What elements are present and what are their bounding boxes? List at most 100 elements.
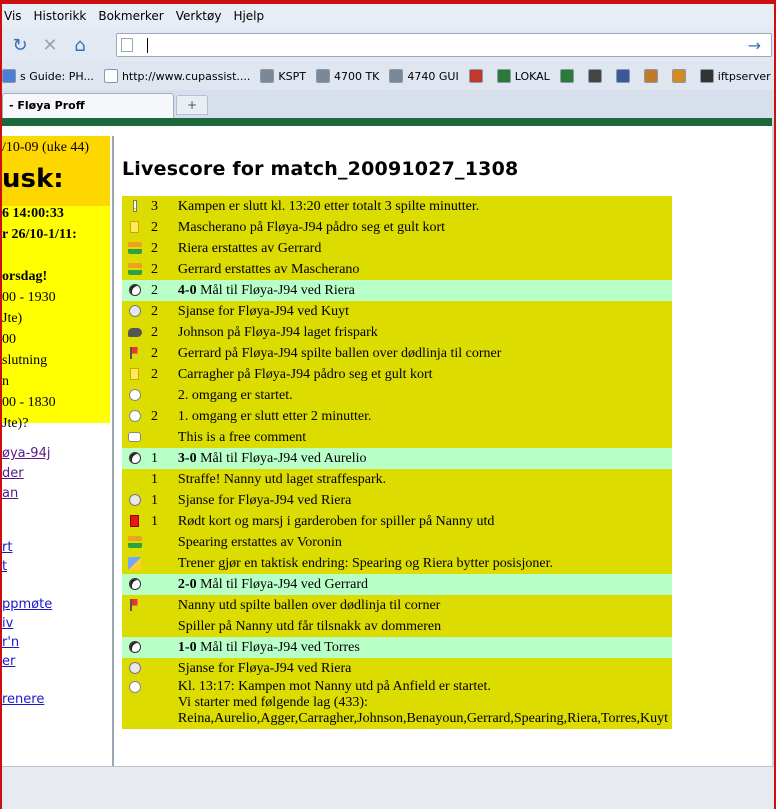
sidebar-link[interactable]: t (2, 559, 7, 574)
event-text: Sjanse for Fløya-J94 ved Riera (177, 492, 352, 508)
sidebar-link[interactable]: der (2, 466, 24, 481)
event-description: Kl. 13:17: Kampen mot Nanny utd på Anfie… (173, 679, 672, 729)
sidebar-link[interactable]: iv (2, 616, 13, 631)
event-text: Mål til Fløya-J94 ved Torres (196, 639, 360, 655)
bookmarks-toolbar: s Guide: PH... http://www.cupassist.... KS… (2, 62, 774, 90)
event-minute (147, 427, 174, 448)
bookmark-item[interactable]: 4740 GUI (389, 69, 459, 83)
event-text: Kampen er slutt kl. 13:20 etter totalt 3… (177, 198, 480, 214)
menu-item[interactable]: Bokmerker (98, 9, 163, 23)
bookmark-label: s Guide: PH... (20, 69, 94, 83)
event-description: Spearing erstattes av Voronin (173, 532, 672, 553)
home-icon[interactable]: ⌂ (68, 33, 92, 57)
event-minute: 2 (147, 259, 174, 280)
reload-icon[interactable]: ↻ (8, 33, 32, 57)
bookmark-item[interactable] (671, 69, 690, 83)
comment-icon (128, 432, 142, 443)
menu-item[interactable]: Verktøy (176, 9, 222, 23)
event-minute: 1 (147, 448, 174, 469)
yellow-card-icon (130, 221, 140, 234)
goal-score: 2-0 (177, 576, 197, 592)
bookmark-item[interactable]: iftpserver (699, 69, 771, 83)
event-text-line: Reina,Aurelio,Agger,Carragher,Johnson,Be… (177, 711, 668, 726)
event-minute (147, 679, 174, 729)
livescore-table: 3 Kampen er slutt kl. 13:20 etter totalt … (122, 196, 672, 729)
sidebar-link[interactable]: renere (2, 692, 44, 707)
tab-floya-proff[interactable]: - Fløya Proff (2, 93, 174, 118)
sidebar-link[interactable]: øya-94j (2, 446, 50, 461)
sidebar-link[interactable]: ppmøte (2, 597, 52, 612)
event-description: 2-0 Mål til Fløya-J94 ved Gerrard (173, 574, 672, 595)
event-text: Sjanse for Fløya-J94 ved Kuyt (177, 303, 349, 319)
menu-item[interactable]: Vis (4, 9, 22, 23)
bookmark-icon (2, 69, 16, 83)
menu-item[interactable]: Historikk (34, 9, 87, 23)
sidebar-link[interactable]: rt (2, 540, 12, 555)
bookmark-icon (260, 69, 275, 83)
bookmark-item[interactable]: LOKAL (496, 69, 550, 83)
event-icon-cell (122, 217, 148, 238)
go-arrow-icon[interactable]: → (748, 36, 761, 55)
table-row: 2 4-0 Mål til Fløya-J94 ved Riera (122, 280, 672, 301)
event-minute: 1 (147, 490, 174, 511)
table-row: Spearing erstattes av Voronin (122, 532, 672, 553)
event-description: Riera erstattes av Gerrard (173, 238, 672, 259)
exclamation-icon (132, 200, 137, 213)
event-icon-cell (122, 637, 148, 658)
url-input[interactable]: → (116, 33, 772, 57)
event-description: 1. omgang er slutt etter 2 minutter. (173, 406, 672, 427)
bookmark-item[interactable]: s Guide: PH... (2, 69, 94, 83)
sidebar-link[interactable]: r'n (2, 635, 19, 650)
event-icon-cell (122, 490, 148, 511)
event-icon-cell (122, 385, 148, 406)
new-tab-button[interactable]: + (176, 95, 208, 115)
event-minute: 2 (147, 406, 174, 427)
event-icon-cell (122, 301, 148, 322)
sidebar-link[interactable]: an (2, 486, 18, 501)
bookmark-item[interactable]: 4700 TK (315, 69, 380, 83)
event-minute (147, 553, 174, 574)
bookmark-icon (587, 69, 602, 83)
bookmark-item[interactable] (559, 69, 578, 83)
chance-icon (128, 305, 141, 318)
table-row: Nanny utd spilte ballen over dødlinja ti… (122, 595, 672, 616)
bookmark-label: 4700 TK (333, 69, 380, 83)
event-text: This is a free comment (177, 429, 307, 445)
window-frame-left (0, 0, 2, 809)
event-icon-cell (122, 427, 148, 448)
event-icon-cell (122, 406, 148, 427)
table-row: 1 Rødt kort og marsj i garderoben for spi… (122, 511, 672, 532)
event-description: Carragher på Fløya-J94 pådro seg et gult… (173, 364, 672, 385)
stop-icon[interactable]: ✕ (38, 33, 62, 57)
menu-bar: Vis Historikk Bokmerker Verktøy Hjelp (2, 4, 774, 28)
bookmark-item[interactable] (468, 69, 487, 83)
chance-icon (128, 662, 141, 675)
event-icon-cell (122, 343, 148, 364)
status-bar (2, 766, 774, 809)
bookmark-label: http://www.cupassist.... (121, 69, 251, 83)
bookmark-item[interactable] (615, 69, 634, 83)
event-description: Spiller på Nanny utd får tilsnakk av dom… (173, 616, 672, 637)
event-icon-cell (122, 595, 148, 616)
clock-icon (128, 389, 141, 402)
event-icon-cell (122, 679, 148, 729)
event-minute: 2 (147, 217, 174, 238)
table-row: Spiller på Nanny utd får tilsnakk av dom… (122, 616, 672, 637)
event-icon-cell (122, 469, 148, 490)
menu-item[interactable]: Hjelp (233, 9, 264, 23)
table-row: 1 3-0 Mål til Fløya-J94 ved Aurelio (122, 448, 672, 469)
navigation-toolbar: ↻ ✕ ⌂ → (2, 28, 774, 62)
bookmark-item[interactable] (643, 69, 662, 83)
event-icon-cell (122, 280, 148, 301)
sidebar-link[interactable]: er (2, 654, 15, 669)
event-description: Sjanse for Fløya-J94 ved Riera (173, 658, 672, 679)
bookmark-item[interactable]: http://www.cupassist.... (103, 69, 251, 83)
sidebar-notice-line: 00 (2, 332, 16, 347)
event-text-line: Vi starter med følgende lag (433): (177, 695, 368, 710)
event-icon-cell (122, 658, 148, 679)
bookmark-item[interactable] (587, 69, 606, 83)
table-row: 1-0 Mål til Fløya-J94 ved Torres (122, 637, 672, 658)
event-description: Nanny utd spilte ballen over dødlinja ti… (173, 595, 672, 616)
chance-icon (128, 494, 141, 507)
bookmark-item[interactable]: KSPT (260, 69, 306, 83)
